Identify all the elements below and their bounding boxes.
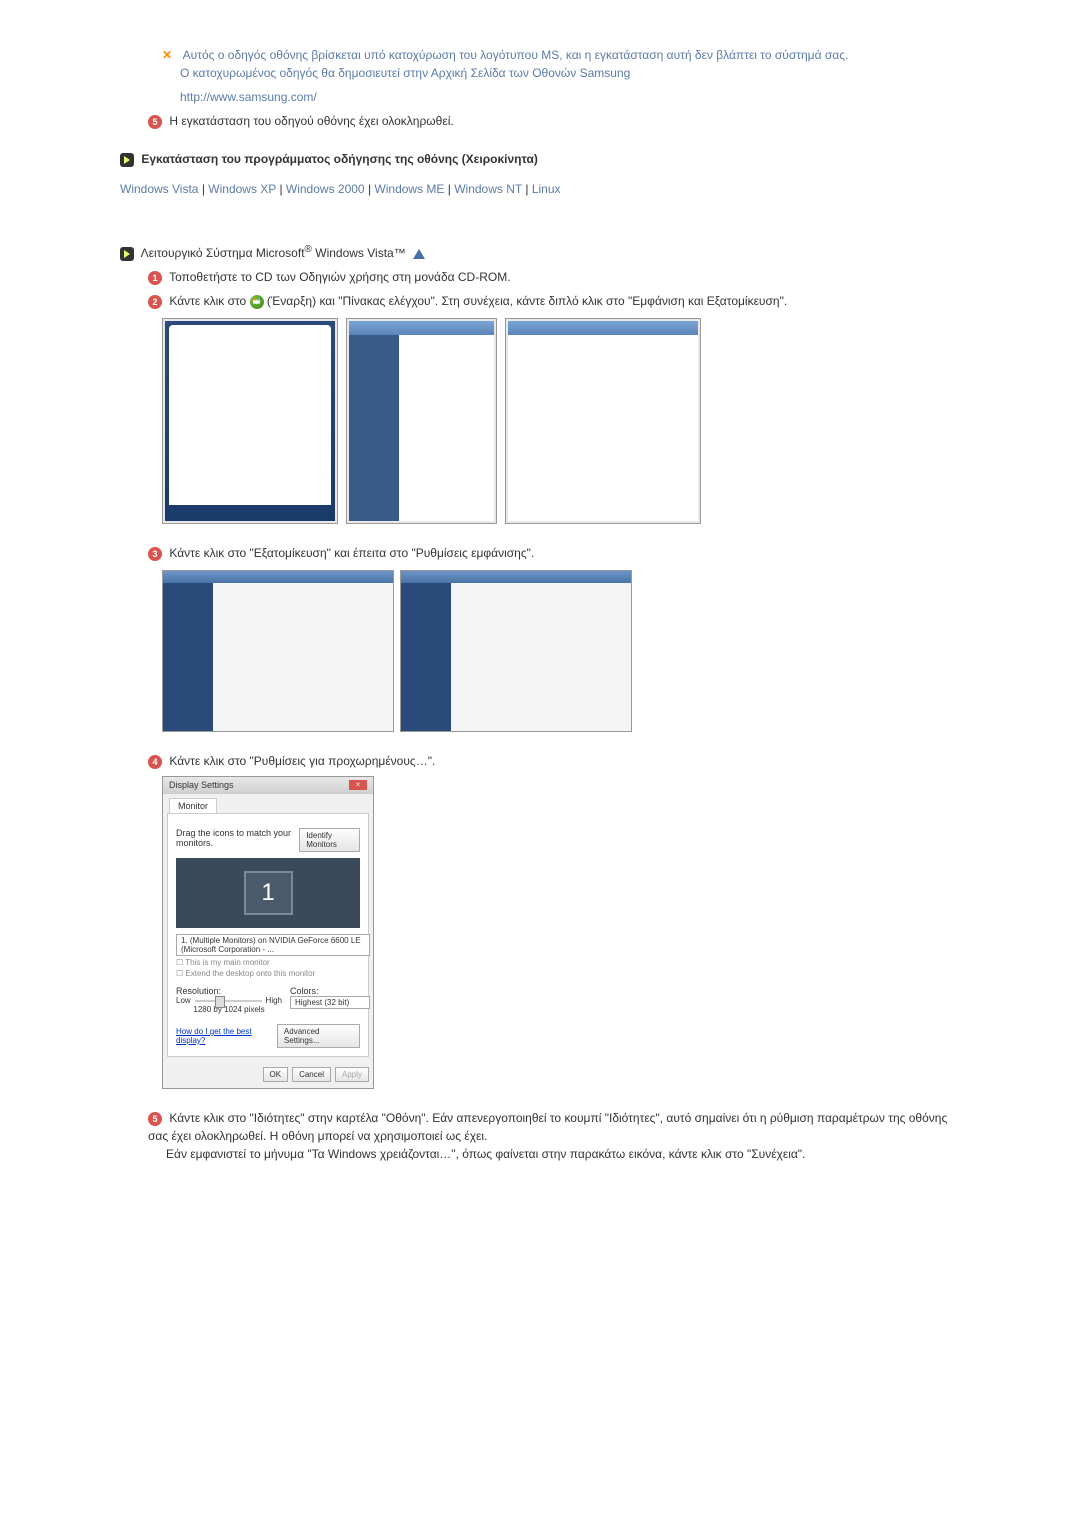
- tab-monitor[interactable]: Monitor: [169, 798, 217, 813]
- close-icon[interactable]: ×: [349, 780, 367, 790]
- step-5c-text: Εάν εμφανιστεί το μήνυμα "Τα Windows χρε…: [166, 1147, 805, 1161]
- identify-monitors-button[interactable]: Identify Monitors: [299, 828, 360, 852]
- drag-text: Drag the icons to match your monitors.: [176, 828, 299, 852]
- step-5-icon: 5: [148, 115, 162, 129]
- samsung-url[interactable]: http://www.samsung.com/: [180, 90, 317, 104]
- step-2b-text: (Έναρξη) και "Πίνακας ελέγχου". Στη συνέ…: [267, 294, 787, 308]
- step-2-icon: 2: [148, 295, 162, 309]
- arrow-right-icon-2: [120, 247, 134, 261]
- link-nt[interactable]: Windows NT: [454, 182, 522, 196]
- step-5b-text: Κάντε κλικ στο "Ιδιότητες" στην καρτέλα …: [148, 1111, 947, 1143]
- step-4-icon: 4: [148, 755, 162, 769]
- link-linux[interactable]: Linux: [532, 182, 561, 196]
- step-2a-text: Κάντε κλικ στο: [169, 294, 249, 308]
- step-3-text: Κάντε κλικ στο "Εξατομίκευση" και έπειτα…: [169, 546, 534, 560]
- colors-select[interactable]: Highest (32 bit): [290, 996, 370, 1009]
- screenshot-row-2: [162, 570, 960, 732]
- arrow-right-icon: [120, 153, 134, 167]
- step-4-text: Κάντε κλικ στο "Ρυθμίσεις για προχωρημέν…: [169, 754, 435, 768]
- screenshot-row-1: [162, 318, 960, 524]
- step-1-text: Τοποθετήστε το CD των Οδηγιών χρήσης στη…: [169, 270, 510, 284]
- monitor-select[interactable]: 1. (Multiple Monitors) on NVIDIA GeForce…: [176, 934, 370, 956]
- step-3-icon: 3: [148, 547, 162, 561]
- screenshot-start-menu: [162, 318, 338, 524]
- monitor-preview-area[interactable]: 1: [176, 858, 360, 928]
- step-1-icon: 1: [148, 271, 162, 285]
- up-arrow-icon[interactable]: [413, 249, 425, 259]
- resolution-value: 1280 by 1024 pixels: [176, 1005, 282, 1014]
- start-menu-icon: [250, 295, 264, 309]
- apply-button: Apply: [335, 1067, 369, 1082]
- slider-low: Low: [176, 996, 191, 1005]
- note-line1: Αυτός ο οδηγός οθόνης βρίσκεται υπό κατο…: [183, 48, 849, 62]
- link-2000[interactable]: Windows 2000: [286, 182, 365, 196]
- link-me[interactable]: Windows ME: [374, 182, 444, 196]
- step-5b-icon: 5: [148, 1112, 162, 1126]
- resolution-slider[interactable]: [195, 1000, 262, 1002]
- display-settings-dialog: Display Settings × Monitor Drag the icon…: [162, 776, 374, 1089]
- link-vista[interactable]: Windows Vista: [120, 182, 198, 196]
- cancel-button[interactable]: Cancel: [292, 1067, 331, 1082]
- slider-high: High: [266, 996, 282, 1005]
- chk-main-monitor: ☐ This is my main monitor: [176, 958, 360, 967]
- advanced-settings-button[interactable]: Advanced Settings...: [277, 1024, 360, 1048]
- help-link[interactable]: How do I get the best display?: [176, 1027, 277, 1045]
- note-line2: Ο κατοχυρωμένος οδηγός θα δημοσιευτεί στ…: [180, 66, 630, 80]
- link-xp[interactable]: Windows XP: [208, 182, 276, 196]
- screenshot-personalization-2: [400, 570, 632, 732]
- screenshot-cp-items: [505, 318, 701, 524]
- vista-suffix: Windows Vista™: [312, 246, 406, 260]
- resolution-label: Resolution:: [176, 986, 282, 996]
- step-5-text: Η εγκατάσταση του οδηγού οθόνης έχει ολο…: [169, 114, 453, 128]
- ok-button[interactable]: OK: [263, 1067, 289, 1082]
- monitor-1-icon[interactable]: 1: [244, 871, 293, 915]
- vista-os-text: Λειτουργικό Σύστημα Microsoft: [141, 246, 305, 260]
- screenshot-cp-sidebar: [346, 318, 497, 524]
- ds-title: Display Settings: [169, 780, 234, 790]
- chk-extend: ☐ Extend the desktop onto this monitor: [176, 969, 360, 978]
- screenshot-personalization-1: [162, 570, 394, 732]
- manual-install-header: Εγκατάσταση του προγράμματος οδήγησης τη…: [141, 152, 538, 166]
- x-icon: ✕: [162, 46, 180, 64]
- colors-label: Colors:: [290, 986, 360, 996]
